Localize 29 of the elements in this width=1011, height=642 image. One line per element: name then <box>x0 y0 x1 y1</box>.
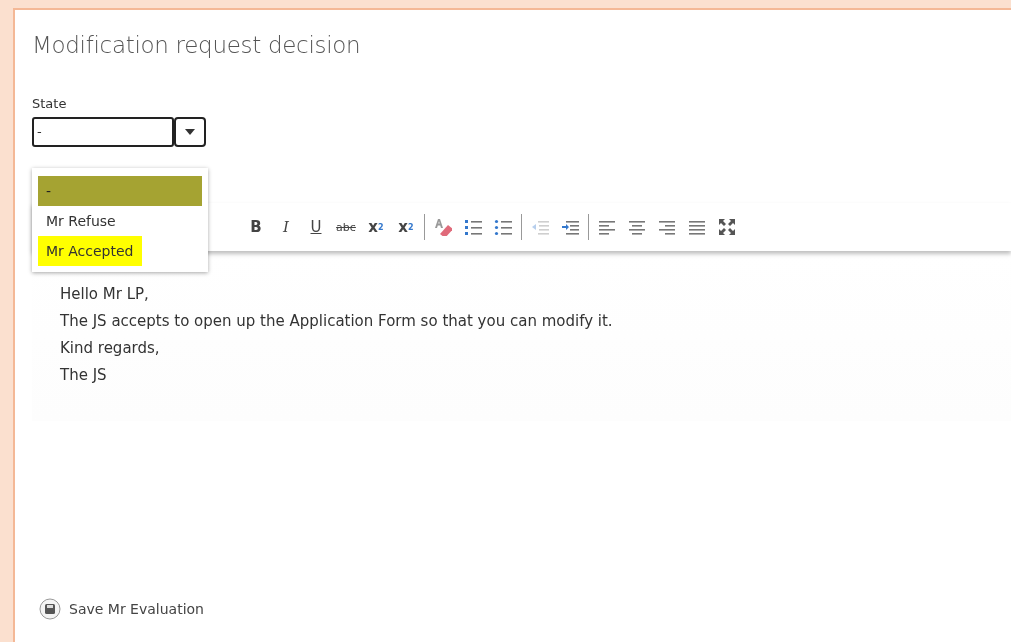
align-left-icon <box>598 218 616 236</box>
indent-icon <box>561 218 579 236</box>
outdent-icon <box>531 218 549 236</box>
bold-button[interactable]: B <box>243 214 269 240</box>
dropdown-option[interactable]: Mr Refuse <box>38 206 202 236</box>
save-button[interactable]: Save Mr Evaluation <box>39 598 1011 620</box>
align-right-icon <box>658 218 676 236</box>
maximize-icon <box>718 218 736 236</box>
page-title: Modification request decision <box>32 32 362 58</box>
field-label: State <box>32 96 68 111</box>
superscript-button[interactable]: x$^{2}$ <box>393 214 419 240</box>
dropdown-button[interactable] <box>174 117 206 147</box>
dropdown-option[interactable]: - <box>38 176 202 206</box>
save-icon <box>39 598 61 620</box>
underline-button[interactable]: U <box>303 214 329 240</box>
state-select[interactable]: - <box>32 117 174 147</box>
caret-icon <box>185 129 195 135</box>
editor-text-line: The JS <box>60 366 108 384</box>
italic-button[interactable]: I <box>273 214 299 240</box>
numbered-list-icon <box>464 218 482 236</box>
strikethrough-button[interactable]: abc <box>333 214 359 240</box>
editor-text-line: Hello Mr LP, <box>60 285 150 303</box>
bulleted-list-icon <box>494 218 512 236</box>
align-center-icon <box>628 218 646 236</box>
editor-text-line: The JS accepts to open up the Application Form so that you can modify it. <box>60 312 614 330</box>
dropdown-option[interactable]: Mr Accepted <box>38 236 142 266</box>
justify-icon <box>688 218 706 236</box>
eraser-icon <box>434 218 452 236</box>
editor-text-line: Kind regards, <box>60 339 161 357</box>
